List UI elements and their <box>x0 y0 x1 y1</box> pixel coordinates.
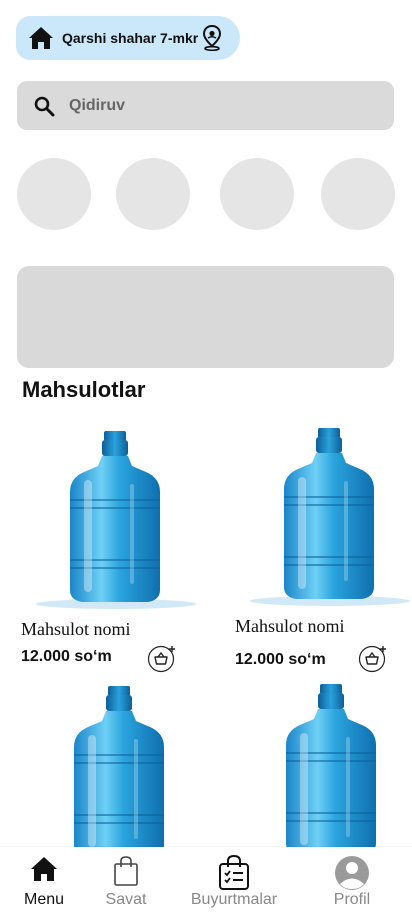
add-to-cart-button[interactable] <box>358 643 388 673</box>
category-item[interactable] <box>220 158 294 230</box>
product-card[interactable]: Mahsulot nomi 12.000 so‘m <box>232 425 412 673</box>
product-name: Mahsulot nomi <box>21 619 131 639</box>
product-card[interactable] <box>234 681 412 871</box>
product-price: 12.000 so‘m <box>21 648 112 665</box>
product-card[interactable]: Mahsulot nomi 12.000 so‘m <box>18 428 198 673</box>
search-icon <box>34 96 55 116</box>
section-title: Mahsulotlar <box>22 377 146 402</box>
nav-label: Savat <box>105 891 147 908</box>
category-item[interactable] <box>321 158 395 230</box>
search-bar[interactable] <box>17 81 394 130</box>
promo-banner[interactable] <box>17 266 394 368</box>
nav-item-menu[interactable]: Menu <box>14 847 74 917</box>
bottom-navigation: Menu Savat Buyurtmalar Profil <box>0 847 412 917</box>
home-icon <box>31 857 57 881</box>
home-icon <box>29 27 53 49</box>
location-selector[interactable]: Qarshi shahar 7-mkr <box>16 16 240 60</box>
location-pin-icon <box>203 25 222 51</box>
nav-label: Buyurtmalar <box>190 891 278 908</box>
product-name: Mahsulot nomi <box>235 616 345 636</box>
water-bottle-image <box>234 681 412 866</box>
water-bottle-image <box>22 683 202 868</box>
nav-label: Menu <box>23 891 65 908</box>
nav-item-profil[interactable]: Profil <box>322 847 382 917</box>
water-bottle-image <box>232 425 412 610</box>
nav-label: Profil <box>333 891 371 908</box>
add-to-cart-button[interactable] <box>147 643 177 673</box>
nav-item-buyurtmalar[interactable]: Buyurtmalar <box>184 847 284 917</box>
avatar-icon <box>335 856 369 890</box>
water-bottle-image <box>18 428 198 613</box>
product-card[interactable] <box>22 683 202 873</box>
nav-item-savat[interactable]: Savat <box>97 847 155 917</box>
order-list-icon <box>219 855 249 890</box>
shopping-bag-icon <box>114 856 138 886</box>
product-price: 12.000 so‘m <box>235 651 326 668</box>
category-item[interactable] <box>17 158 91 230</box>
location-text: Qarshi shahar 7-mkr <box>62 30 199 46</box>
category-item[interactable] <box>116 158 190 230</box>
search-input[interactable] <box>69 96 349 115</box>
